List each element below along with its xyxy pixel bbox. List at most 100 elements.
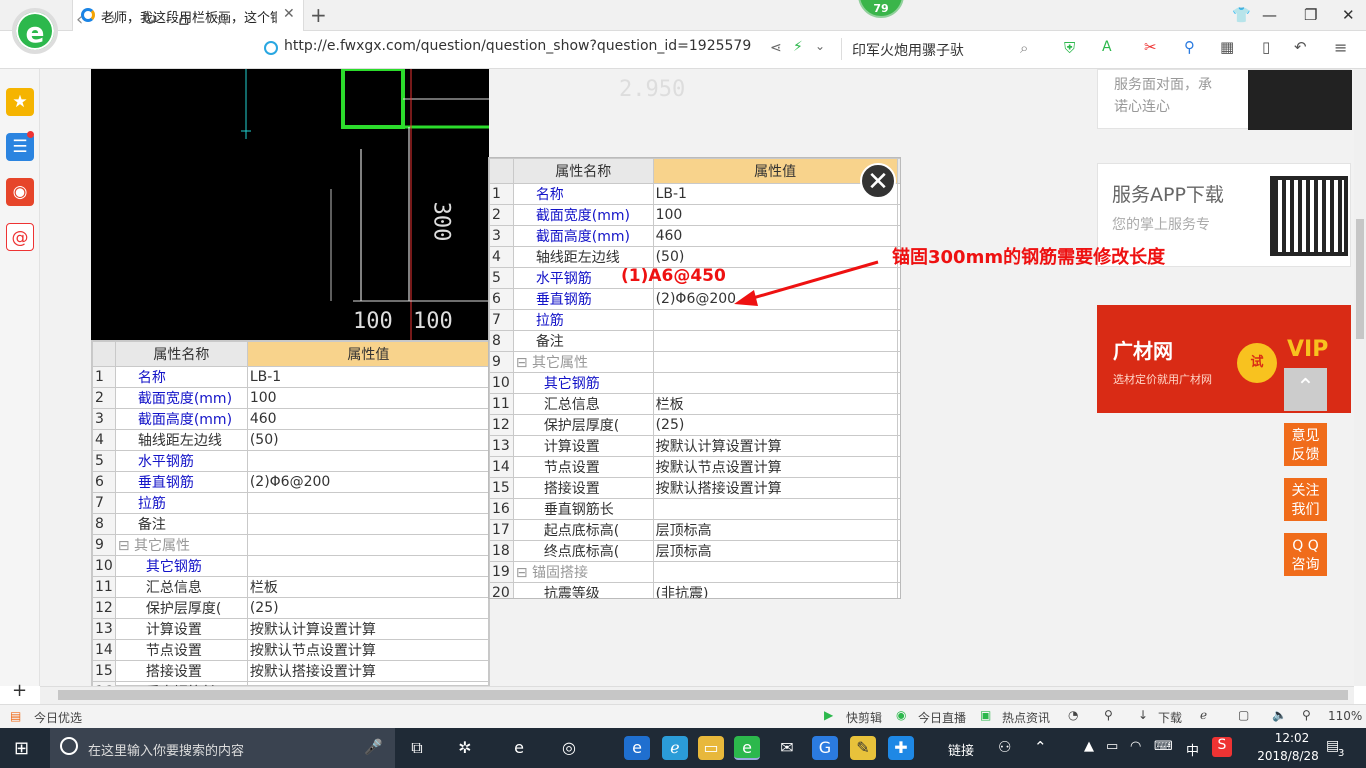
property-value[interactable]: 层顶标高 <box>652 519 898 541</box>
property-value[interactable]: 栏板 <box>652 393 898 415</box>
property-value[interactable]: LB-1 <box>246 366 491 388</box>
undo-icon[interactable]: ↶ <box>1294 38 1307 56</box>
property-value[interactable]: 按默认搭接设置计算 <box>652 477 898 499</box>
zoom-level[interactable]: 110% <box>1328 709 1362 723</box>
tool-app-icon[interactable]: ✚ <box>888 736 914 760</box>
property-value[interactable] <box>246 450 491 472</box>
status-item-3[interactable]: 热点资讯 <box>1002 709 1050 726</box>
property-value[interactable] <box>652 498 898 520</box>
property-row[interactable]: 19 ⊟ 锚固搭接 <box>489 561 900 583</box>
property-row[interactable]: 9 ⊟ 其它属性 <box>92 534 491 556</box>
pinwheel-app-icon[interactable]: ✲ <box>452 736 478 760</box>
email-icon[interactable]: @ <box>6 223 34 251</box>
property-row[interactable]: 20 抗震等级 (非抗震) <box>489 582 900 598</box>
property-row[interactable]: 2 截面宽度(mm) 100 <box>92 387 491 409</box>
windows-start-icon[interactable]: ⊞ <box>14 738 29 759</box>
property-row[interactable]: 13 计算设置 按默认计算设置计算 <box>489 435 900 457</box>
collapse-icon[interactable]: ⊟ <box>516 355 532 371</box>
property-value[interactable] <box>652 330 898 352</box>
ime-indicator[interactable]: 中 <box>1186 740 1199 759</box>
property-value[interactable]: 栏板 <box>246 576 491 598</box>
property-row[interactable]: 17 起点底标高(层顶标高 <box>489 519 900 541</box>
back-to-top-button[interactable]: ⌃ <box>1284 368 1327 411</box>
qr-code-image[interactable] <box>1270 176 1348 256</box>
volume-icon[interactable]: 🔈 <box>1272 708 1287 722</box>
property-row[interactable]: 5 水平钢筋 <box>92 450 491 472</box>
notes-icon[interactable]: ✎ <box>850 736 876 760</box>
status-item-1[interactable]: 快剪辑 <box>846 709 882 726</box>
taskbar-search-box[interactable]: 在这里输入你要搜索的内容 🎤 <box>50 728 395 768</box>
property-row[interactable]: 16 垂直钢筋长 <box>489 498 900 520</box>
favorite-star-icon[interactable]: ☆ <box>214 9 230 30</box>
property-value[interactable] <box>246 492 491 514</box>
url-input[interactable]: http://e.fwxgx.com/question/question_sho… <box>284 38 784 54</box>
property-value[interactable]: 460 <box>652 225 898 247</box>
phone-icon[interactable]: ▯ <box>1262 38 1270 56</box>
property-row[interactable]: 12 保护层厚度((25) <box>92 597 491 619</box>
status-item-4[interactable]: 下载 <box>1158 709 1182 726</box>
property-row[interactable]: 9 ⊟ 其它属性 <box>489 351 900 373</box>
forward-icon[interactable]: › <box>110 9 117 30</box>
microphone-icon[interactable]: 🎤 <box>364 738 383 756</box>
property-value[interactable] <box>652 309 898 331</box>
property-row[interactable]: 15 搭接设置 按默认搭接设置计算 <box>92 660 491 682</box>
property-value[interactable]: (25) <box>652 414 898 436</box>
people-icon[interactable]: ⚇ <box>998 738 1011 756</box>
property-row[interactable]: 11 汇总信息 栏板 <box>489 393 900 415</box>
property-row[interactable]: 11 汇总信息 栏板 <box>92 576 491 598</box>
dropdown-chevron-icon[interactable]: ⌄ <box>815 39 825 53</box>
internet-explorer-icon[interactable]: ℯ <box>662 736 688 760</box>
property-value[interactable]: 按默认节点设置计算 <box>652 456 898 478</box>
sogou-input-icon[interactable]: S <box>1212 737 1232 757</box>
weibo-icon[interactable]: ◉ <box>6 178 34 206</box>
property-row[interactable]: 1 名称 LB-1 <box>489 183 900 205</box>
property-value[interactable]: (非抗震) <box>652 582 898 598</box>
status-item-2[interactable]: 今日直播 <box>918 709 966 726</box>
skin-icon[interactable]: 👕 <box>1232 6 1251 24</box>
minimize-button[interactable]: — <box>1262 6 1277 24</box>
property-value[interactable] <box>652 372 898 394</box>
property-row[interactable]: 2 截面宽度(mm) 100 <box>489 204 900 226</box>
keyboard-icon[interactable]: ⌨ <box>1154 739 1173 754</box>
apps-grid-icon[interactable]: ▦ <box>1220 38 1234 56</box>
property-row[interactable]: 3 截面高度(mm) 460 <box>489 225 900 247</box>
property-row[interactable]: 18 终点底标高(层顶标高 <box>489 540 900 562</box>
property-row[interactable]: 8 备注 <box>489 330 900 352</box>
vertical-scrollbar[interactable] <box>1354 69 1366 686</box>
edge-icon[interactable]: e <box>506 736 532 760</box>
close-window-button[interactable]: ✕ <box>1342 6 1355 24</box>
task-view-icon[interactable]: ⧉ <box>404 736 430 760</box>
tab-close-icon[interactable]: ✕ <box>283 6 295 22</box>
property-row[interactable]: 7 拉筋 <box>489 309 900 331</box>
window-icon[interactable]: ▢ <box>1238 708 1249 722</box>
menu-icon[interactable]: ≡ <box>1334 38 1347 57</box>
follow-us-button[interactable]: 关注 我们 <box>1284 478 1327 521</box>
property-value[interactable]: 100 <box>652 204 898 226</box>
modal-close-button[interactable]: ✕ <box>860 163 896 199</box>
property-value[interactable]: 100 <box>246 387 491 409</box>
back-icon[interactable]: ‹ <box>76 9 83 30</box>
ie-icon[interactable]: ℯ <box>1200 708 1207 722</box>
status-today-picks[interactable]: 今日优选 <box>34 709 82 726</box>
feedback-button[interactable]: 意见 反馈 <box>1284 423 1327 466</box>
shield-icon[interactable]: ⛨ <box>1064 39 1075 57</box>
horizontal-scrollbar[interactable] <box>40 686 1354 704</box>
property-row[interactable]: 14 节点设置 按默认节点设置计算 <box>489 456 900 478</box>
property-row[interactable]: 10 其它钢筋 <box>489 372 900 394</box>
property-value[interactable]: 按默认计算设置计算 <box>246 618 491 640</box>
property-row[interactable]: 13 计算设置 按默认计算设置计算 <box>92 618 491 640</box>
360-browser-icon[interactable]: e <box>734 736 760 760</box>
app-circle-icon[interactable]: ◎ <box>556 736 582 760</box>
scissors-icon[interactable]: ✂ <box>1144 38 1157 56</box>
tray-icon[interactable]: ▲ <box>1084 739 1094 754</box>
property-value[interactable]: 460 <box>246 408 491 430</box>
property-row[interactable]: 4 轴线距左边线 (50) <box>92 429 491 451</box>
favorites-star-icon[interactable]: ★ <box>6 88 34 116</box>
property-value[interactable] <box>652 351 898 373</box>
property-row[interactable]: 6 垂直钢筋 (2)Φ6@200 <box>92 471 491 493</box>
property-value[interactable]: 按默认计算设置计算 <box>652 435 898 457</box>
horizontal-scroll-thumb[interactable] <box>58 690 1348 700</box>
search-input[interactable]: 印军火炮用骡子驮 <box>852 40 964 60</box>
property-value[interactable] <box>246 534 491 556</box>
property-row[interactable]: 3 截面高度(mm) 460 <box>92 408 491 430</box>
